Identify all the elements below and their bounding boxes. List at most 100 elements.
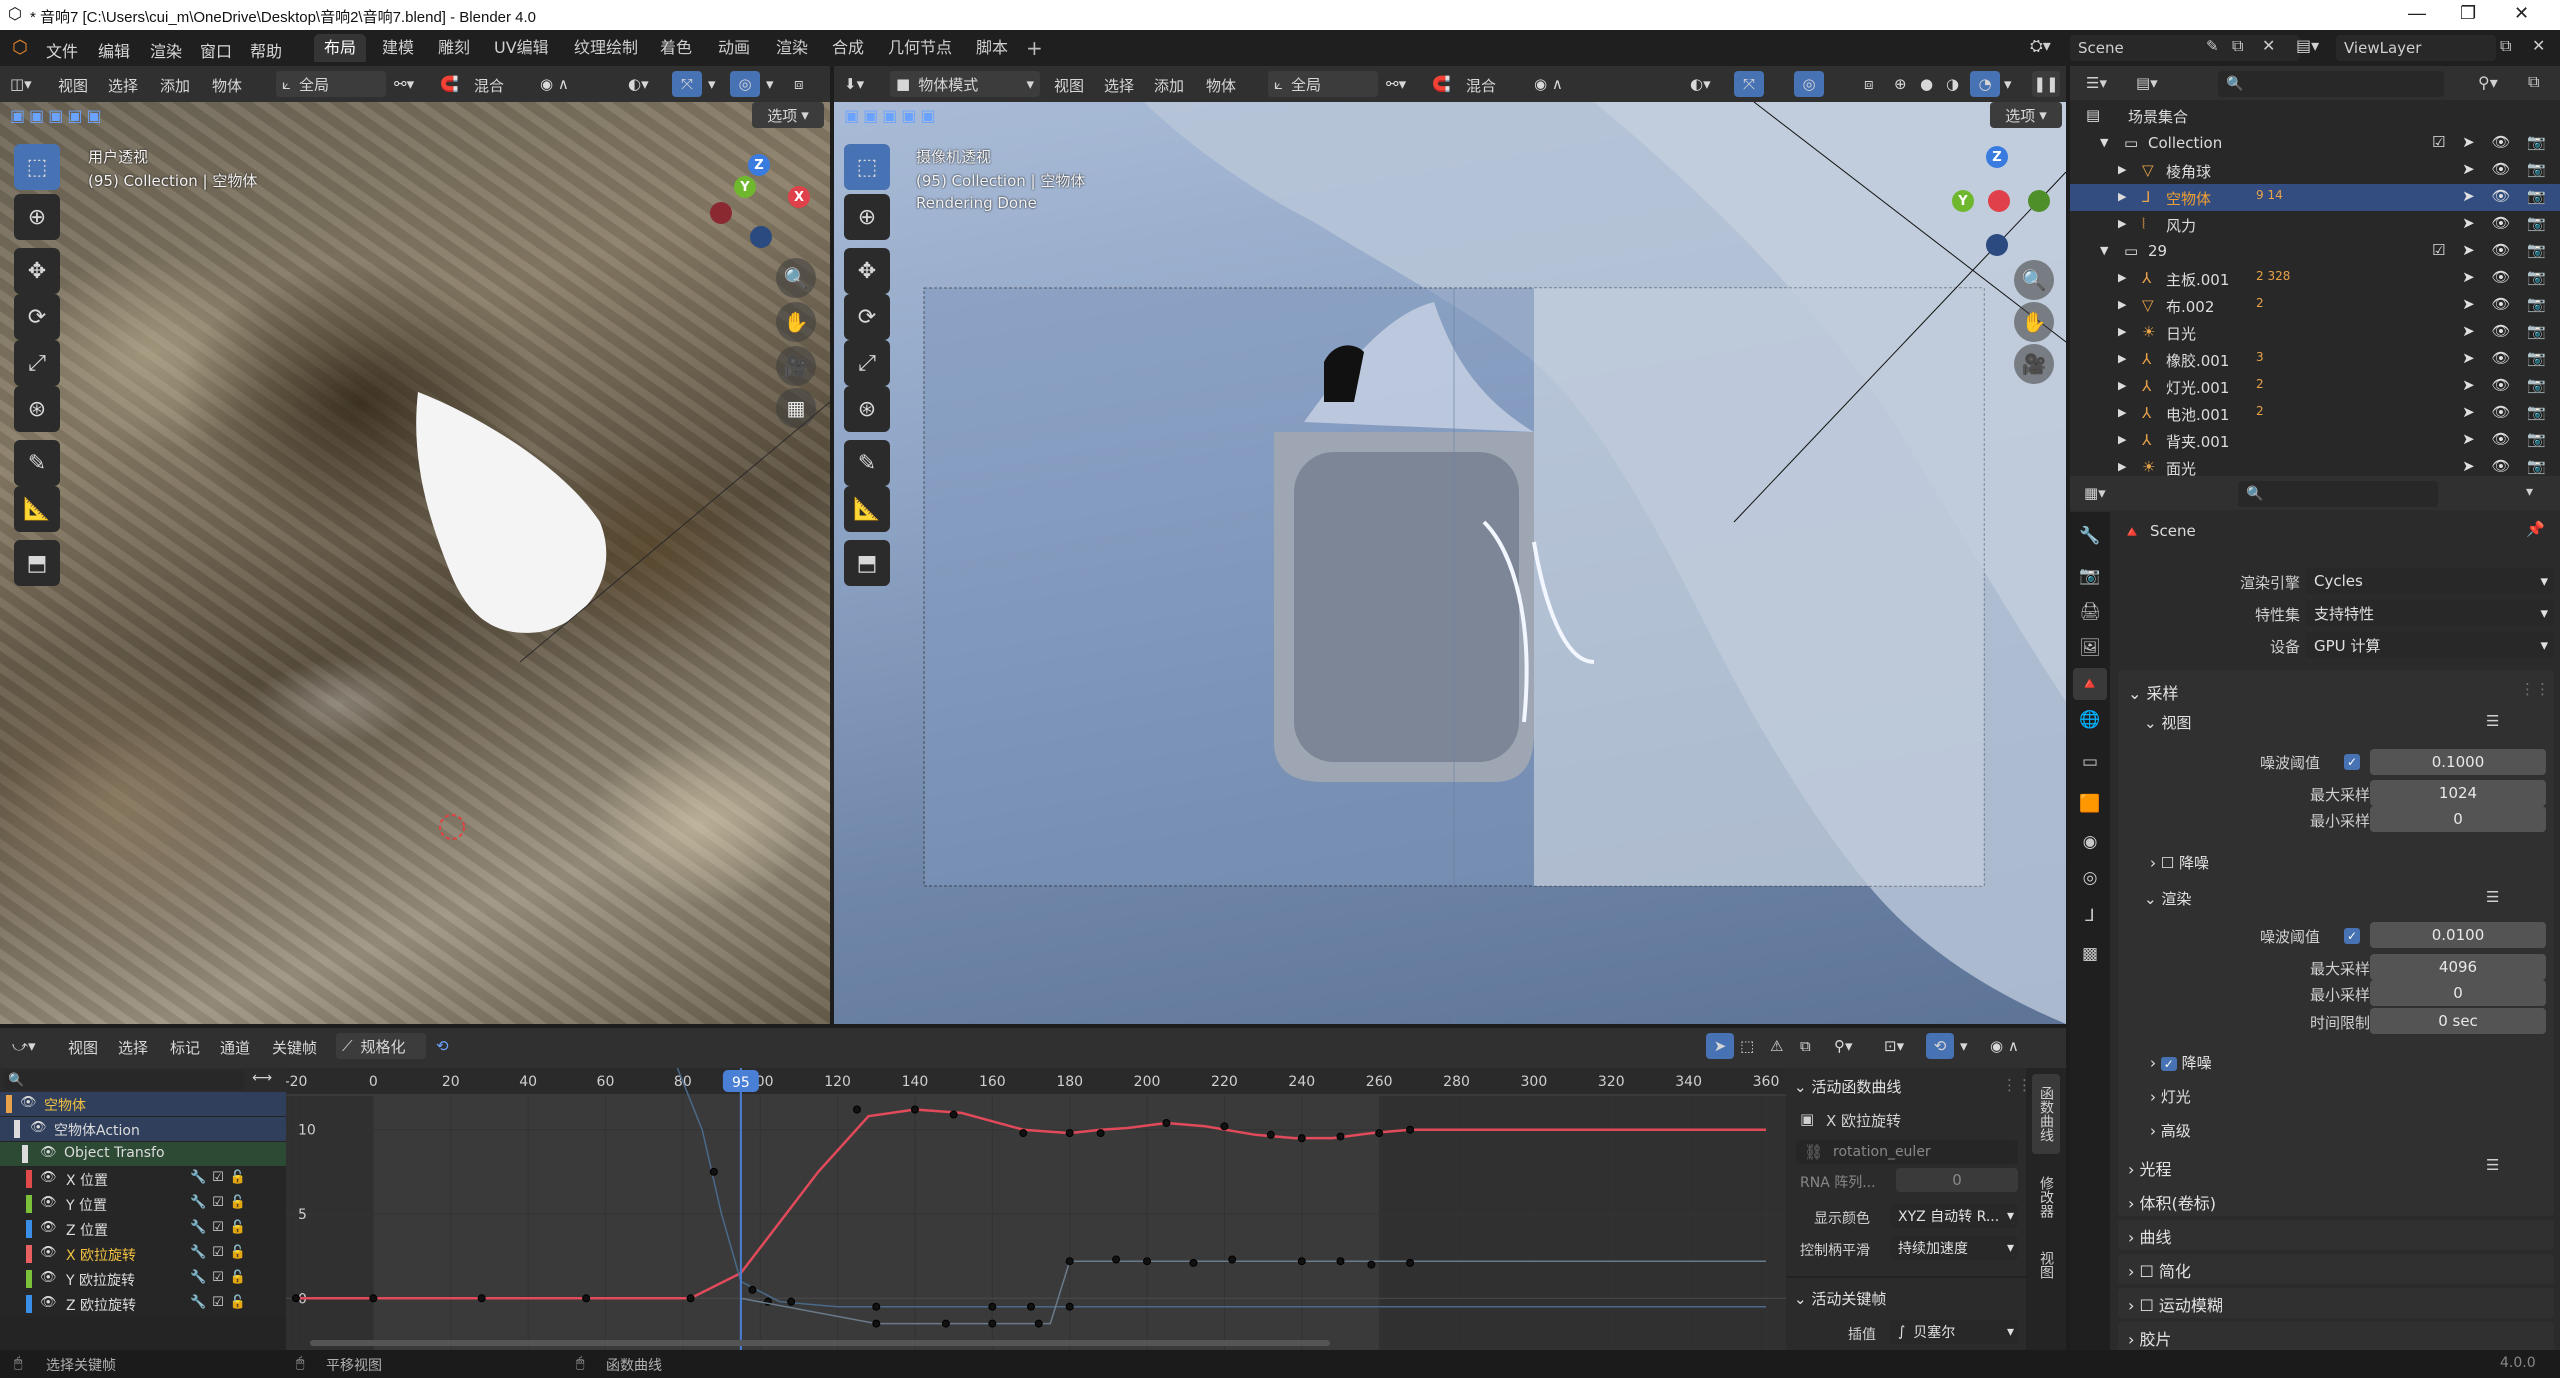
channel-row[interactable]: 👁 X 欧拉旋转 🔧☑🔓 <box>0 1242 286 1266</box>
workspace-tab-texture-paint[interactable]: 纹理绘制 <box>564 34 648 62</box>
expand-arrow-icon[interactable]: ▶ <box>2118 460 2126 473</box>
eye-icon[interactable]: 👁 <box>40 1170 57 1185</box>
swap-icon[interactable]: ⟷ <box>252 1070 272 1086</box>
workspace-tab-sculpting[interactable]: 雕刻 <box>428 34 480 62</box>
pin-scene-icon[interactable]: ✎ <box>2206 37 2219 55</box>
expand-arrow-icon[interactable]: ▶ <box>2118 406 2126 419</box>
xray-icon[interactable]: ⧈ <box>1864 75 1874 93</box>
expand-arrow-icon[interactable]: ▼ <box>2100 136 2108 149</box>
outliner-row[interactable]: ▼ ▭ Collection ☑ ➤ 👁 📷 <box>2070 130 2560 157</box>
expand-arrow-icon[interactable]: ▶ <box>2118 379 2126 392</box>
editor-type-icon[interactable]: ◫▾ <box>10 75 32 93</box>
viewport-subpanel-header[interactable]: ⌄ 视图 <box>2144 712 2191 733</box>
x-axis-gizmo[interactable] <box>1988 190 2010 212</box>
xray-icon[interactable]: ⧈ <box>794 75 804 93</box>
simplify-panel-header[interactable]: › ☐ 简化 <box>2128 1258 2191 1282</box>
r-denoise-subpanel-header[interactable]: › ✓ 降噪 <box>2150 1052 2212 1073</box>
normalize-toggle[interactable]: ⟋ 规格化 <box>336 1033 426 1059</box>
collection-tab[interactable]: ▭ <box>2073 746 2107 778</box>
viewlayer-selector-icon[interactable]: ▤▾ <box>2296 36 2319 55</box>
visibility-toggles[interactable]: ➤ 👁 📷 <box>2462 322 2552 340</box>
visibility-toggles[interactable]: ➤ 👁 📷 <box>2462 403 2552 421</box>
interpolation-dropdown[interactable]: ∫ 贝塞尔 ▾ <box>1890 1320 2018 1344</box>
outliner-row[interactable]: ▶ ☀ 日光 ➤ 👁 📷 <box>2070 319 2560 346</box>
shading-dropdown-icon[interactable]: ▾ <box>2004 75 2012 93</box>
minimize-button[interactable]: — <box>2408 3 2426 24</box>
vp-denoise-subpanel-header[interactable]: › ☐ 降噪 <box>2150 852 2209 873</box>
handle-smoothing-dropdown[interactable]: 持续加速度 ▾ <box>1890 1236 2018 1260</box>
r-noise-threshold-checkbox[interactable]: ✓ <box>2344 928 2360 944</box>
advanced-subpanel-header[interactable]: › 高级 <box>2150 1120 2191 1141</box>
camera-view-button[interactable]: 🎥 <box>2014 344 2054 384</box>
denoise-checkbox[interactable]: ✓ <box>2160 1057 2177 1071</box>
gizmo-toggle-button[interactable]: ⤧ <box>1734 71 1764 97</box>
viewlayer-field[interactable]: ViewLayer <box>2336 35 2496 61</box>
select-tool-button[interactable]: ⬚ <box>844 144 890 190</box>
channel-search-input[interactable]: 🔍 <box>4 1070 244 1090</box>
channel-toggles[interactable]: 🔧☑🔓 <box>190 1245 252 1260</box>
object-tab[interactable]: 🟧 <box>2073 788 2107 820</box>
graph-canvas[interactable]: -20 0 20 40 60 80 100 120 140 160 180 200 220 240 260 2… <box>285 1062 1786 1350</box>
visibility-toggles[interactable]: ➤ 👁 📷 <box>2462 187 2552 205</box>
vp-noise-threshold-checkbox[interactable]: ✓ <box>2344 754 2360 770</box>
snap-dropdown-icon[interactable]: ▾ <box>1960 1037 1968 1055</box>
graph-menu-channel[interactable]: 通道 <box>220 1037 250 1058</box>
proportional-edit-icon[interactable]: ◉ ∧ <box>540 75 569 93</box>
pin-icon[interactable]: 📌 <box>2526 520 2545 538</box>
workspace-tab-scripting[interactable]: 脚本 <box>966 34 1018 62</box>
gizmo-dropdown-icon[interactable]: ▾ <box>708 75 716 93</box>
expand-arrow-icon[interactable]: ▶ <box>2118 433 2126 446</box>
eye-icon[interactable]: 👁 <box>40 1195 57 1210</box>
new-viewlayer-icon[interactable]: ⧉ <box>2500 36 2511 56</box>
only-selected-button[interactable]: ➤ <box>1706 1033 1734 1059</box>
workspace-tab-geometry-nodes[interactable]: 几何节点 <box>878 34 962 62</box>
annotate-tool-button[interactable]: ✎ <box>844 440 890 486</box>
render-engine-dropdown[interactable]: Cycles ▾ <box>2306 568 2554 594</box>
workspace-tab-rendering[interactable]: 渲染 <box>766 34 818 62</box>
workspace-tab-compositing[interactable]: 合成 <box>822 34 874 62</box>
visibility-toggles[interactable]: ➤ 👁 📷 <box>2462 430 2552 448</box>
select-mode-icons-right[interactable]: ▣▣▣▣▣ <box>844 106 940 125</box>
channel-row[interactable]: 👁 X 位置 🔧☑🔓 <box>0 1167 286 1191</box>
visibility-toggles[interactable]: ☑ ➤ 👁 📷 <box>2432 241 2552 259</box>
cursor-tool-button[interactable]: ⊕ <box>844 194 890 240</box>
curves-panel[interactable] <box>2118 1220 2554 1250</box>
rendered-shading-button[interactable]: ◔ <box>1970 71 2000 97</box>
menu-window[interactable]: 窗口 <box>200 38 232 62</box>
outliner-search-input[interactable]: 🔍 <box>2218 71 2444 97</box>
film-panel-header[interactable]: › 胶片 <box>2128 1326 2172 1350</box>
overlay-dropdown-icon[interactable]: ▾ <box>766 75 774 93</box>
visibility-toggles[interactable]: ➤ 👁 📷 <box>2462 214 2552 232</box>
eye-icon[interactable]: 👁 <box>30 1120 47 1135</box>
add-workspace-icon[interactable]: + <box>1026 36 1043 60</box>
expand-arrow-icon[interactable]: ▶ <box>2118 271 2126 284</box>
visibility-icon[interactable]: ◐▾ <box>628 75 649 93</box>
options-dropdown-right[interactable]: 选项 ▾ <box>1990 102 2062 128</box>
visibility-toggles[interactable]: ➤ 👁 📷 <box>2462 160 2552 178</box>
expand-arrow-icon[interactable]: ▶ <box>2118 325 2126 338</box>
volumes-panel-header[interactable]: › 体积(卷标) <box>2128 1190 2216 1214</box>
tool-tab[interactable]: 🔧 <box>2073 520 2107 552</box>
material-shading-icon[interactable]: ◑ <box>1946 75 1959 93</box>
outliner-row[interactable]: ▼ ▭ 29 ☑ ➤ 👁 📷 <box>2070 238 2560 265</box>
time-limit-field[interactable]: 0 sec <box>2370 1008 2546 1034</box>
expand-arrow-icon[interactable]: ▶ <box>2118 352 2126 365</box>
outliner-row[interactable]: ▶ ⅄ 灯光.001 2 ➤ 👁 📷 <box>2070 373 2560 400</box>
select-box-mode-icon[interactable]: ▣▣▣▣▣ <box>844 106 940 125</box>
channel-row[interactable]: 👁 Z 欧拉旋转 🔧☑🔓 <box>0 1292 286 1316</box>
eye-icon[interactable]: 👁 <box>40 1145 57 1160</box>
pan-view-button[interactable]: ✋ <box>2014 302 2054 342</box>
sampling-panel-header[interactable]: ⌄ 采样 <box>2128 680 2179 704</box>
editor-type-icon[interactable]: ▦▾ <box>2084 484 2106 502</box>
move-tool-button[interactable]: ✥ <box>844 248 890 294</box>
vp-left-menu-select[interactable]: 选择 <box>108 75 138 96</box>
feature-set-dropdown[interactable]: 支持特性 ▾ <box>2306 600 2554 626</box>
wireframe-shading-icon[interactable]: ⊕ <box>1894 75 1907 93</box>
outliner-row[interactable]: ▶ ⅄ 橡胶.001 3 ➤ 👁 📷 <box>2070 346 2560 373</box>
list-icon[interactable]: ☰ <box>2486 1156 2499 1174</box>
delete-scene-icon[interactable]: ✕ <box>2262 36 2275 55</box>
visibility-toggles[interactable]: ➤ 👁 📷 <box>2462 349 2552 367</box>
outliner-row[interactable]: ▶ ▽ 布.002 2 ➤ 👁 📷 <box>2070 292 2560 319</box>
graph-menu-key[interactable]: 关键帧 <box>272 1037 317 1058</box>
vp-right-menu-view[interactable]: 视图 <box>1054 75 1084 96</box>
